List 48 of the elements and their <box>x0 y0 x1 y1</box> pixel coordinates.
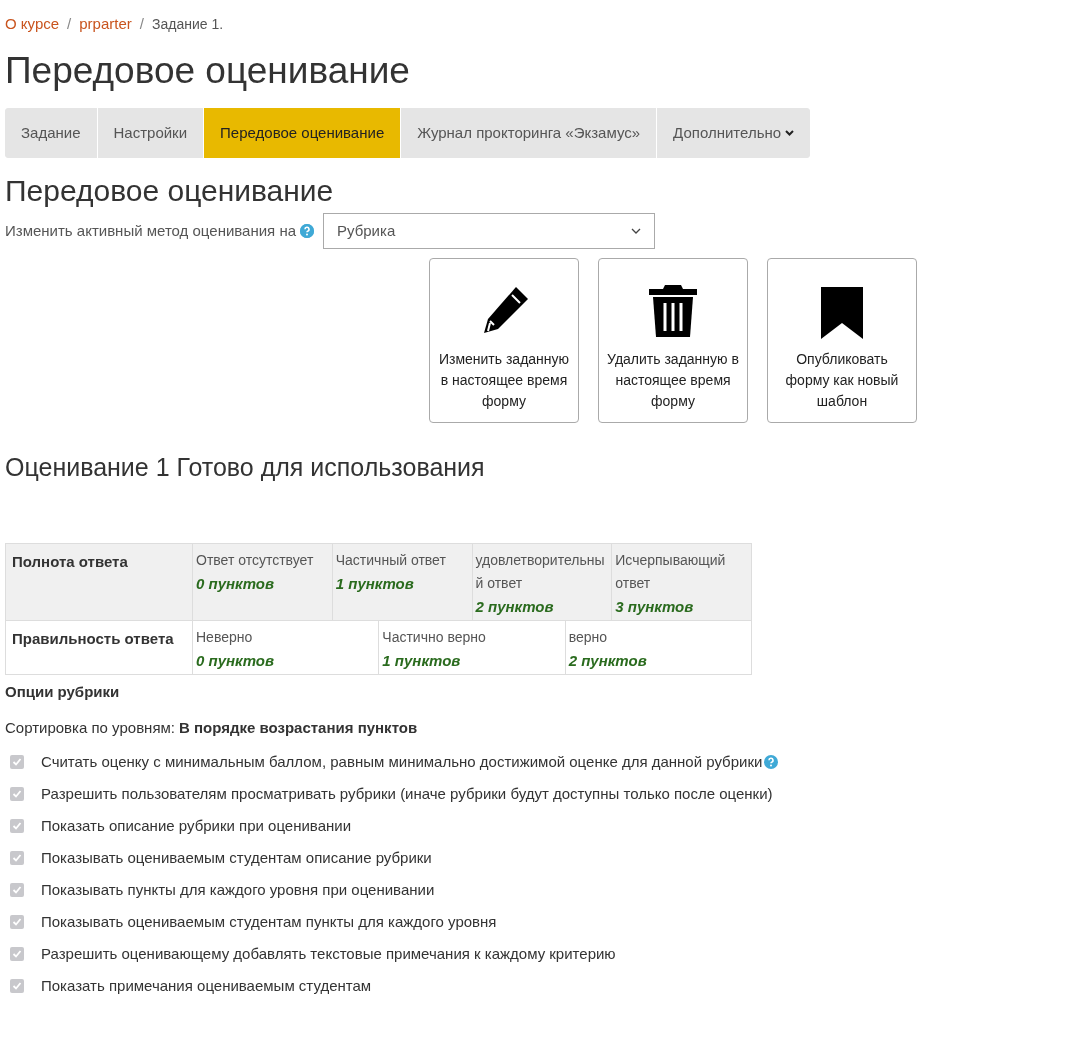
breadcrumb-separator: / <box>139 14 144 34</box>
help-icon[interactable] <box>764 754 779 769</box>
breadcrumb-link[interactable]: О курсе <box>5 13 60 36</box>
action-button[interactable]: Опубликовать форму как новый шаблон <box>767 258 917 424</box>
option-label: Показывать пункты для каждого уровня при оценивании <box>41 879 435 900</box>
tab[interactable]: Дополнительно <box>656 107 811 158</box>
checkbox[interactable] <box>10 818 24 833</box>
breadcrumb-separator: / <box>67 14 72 34</box>
checkbox[interactable] <box>10 946 24 961</box>
checkbox[interactable] <box>10 786 24 801</box>
checkbox[interactable] <box>10 882 24 897</box>
page-title: Передовое оценивание <box>5 48 411 93</box>
options-heading: Опции рубрики <box>5 681 121 702</box>
section-title: Передовое оценивание <box>5 172 335 209</box>
level-cell[interactable]: Исчерпывающий ответ 3 пунктов <box>611 543 751 620</box>
level-cell[interactable]: Ответ отсутствует 0 пунктов <box>192 543 332 620</box>
help-icon[interactable] <box>300 224 314 239</box>
trash-icon <box>647 283 699 340</box>
chevron-icon <box>631 228 641 235</box>
level-cell[interactable]: верно 2 пунктов <box>564 620 751 674</box>
checkbox[interactable] <box>10 754 24 769</box>
status-heading: Оценивание 1 Готово для использования <box>5 452 486 484</box>
level-cell[interactable]: удовлетворительный ответ 2 пунктов <box>471 543 612 620</box>
checkbox[interactable] <box>10 850 24 865</box>
criterion-cell-text: Полнота ответа <box>11 551 129 572</box>
method-label: Изменить активный метод оценивания на <box>5 221 296 241</box>
option-label: Показать описание рубрики при оценивании <box>41 815 352 836</box>
option-label: Показывать оцениваемым студентам пункты для каждого уровня <box>41 911 497 932</box>
option-label: Показывать оцениваемым студентам описание рубрики <box>41 847 432 868</box>
level-cell[interactable]: Частичный ответ 1 пунктов <box>331 543 472 620</box>
checkbox[interactable] <box>10 914 24 929</box>
sort-label: Сортировка по уровням: <box>5 718 175 739</box>
bookmark-icon <box>819 285 865 340</box>
action-button[interactable]: Удалить заданную в настоящее время форму <box>598 258 748 424</box>
breadcrumb-current: Задание 1. <box>151 14 224 34</box>
option-label: Показать примечания оцениваемым студентам <box>41 975 372 996</box>
method-select[interactable]: Рубрика <box>323 213 655 250</box>
checkbox[interactable] <box>10 978 24 993</box>
option-label: Считать оценку с минимальным баллом, равным минимально достижимой оценке для данной рубрики <box>41 751 763 772</box>
criterion-cell-text: Правильность ответа <box>11 628 175 649</box>
option-label: Разрешить оценивающему добавлять текстовые примечания к каждому критерию <box>41 943 616 964</box>
level-cell[interactable]: Неверно 0 пунктов <box>192 620 379 674</box>
tab[interactable]: Передовое оценивание <box>203 107 401 158</box>
option-label: Разрешить пользователям просматривать рубрики (иначе рубрики будут доступны только после оценки) <box>41 783 773 804</box>
breadcrumb-link[interactable]: prparter <box>79 13 132 36</box>
sort-value: В порядке возрастания пунктов <box>179 718 418 739</box>
level-cell[interactable]: Частично верно 1 пунктов <box>378 620 565 674</box>
action-button[interactable]: Изменить заданную в настоящее время форму <box>429 258 579 424</box>
